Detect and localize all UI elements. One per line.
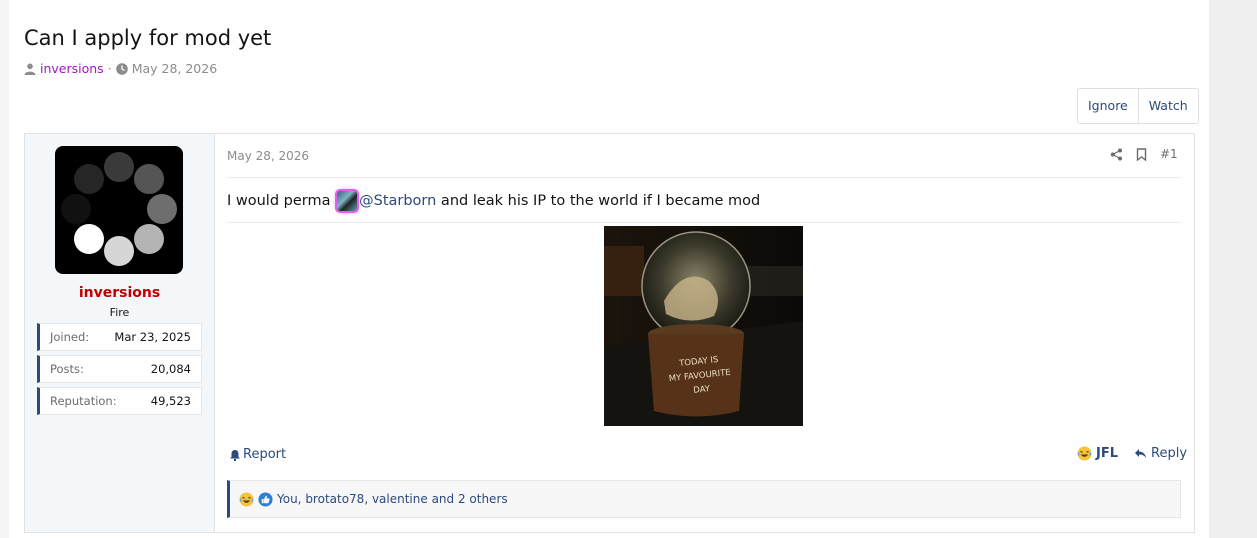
user-cell: inversions Fire Joined: Mar 23, 2025 Pos…	[25, 134, 215, 532]
stat-value: Mar 23, 2025	[114, 330, 191, 344]
stat-label: Posts:	[50, 362, 84, 376]
stat-label: Joined:	[50, 330, 90, 344]
meta-separator: ·	[107, 61, 112, 76]
stat-label: Reputation:	[50, 394, 117, 408]
post-number[interactable]: #1	[1160, 147, 1178, 161]
message: inversions Fire Joined: Mar 23, 2025 Pos…	[24, 133, 1195, 533]
reply-arrow-icon	[1135, 449, 1147, 458]
stat-reputation: Reputation: 49,523	[37, 387, 202, 415]
post-date[interactable]: May 28, 2026	[227, 149, 309, 163]
user-icon	[24, 63, 36, 75]
thread-date: May 28, 2026	[131, 61, 218, 76]
post-footer-actions: JFL Reply	[1077, 446, 1187, 461]
laughing-face-icon	[239, 491, 254, 507]
right-gutter	[1209, 0, 1257, 538]
thread-meta: inversions · May 28, 2026	[24, 61, 217, 76]
thread-author-link[interactable]: inversions	[40, 61, 104, 76]
bell-icon	[230, 449, 240, 461]
user-title: Fire	[109, 306, 130, 319]
mention-link[interactable]: @Starborn	[359, 193, 436, 209]
post-image[interactable]: TODAY IS MY FAVOURITE DAY	[604, 226, 803, 426]
divider	[227, 222, 1181, 223]
loading-spinner-icon	[61, 152, 177, 266]
mention-avatar[interactable]	[337, 191, 358, 211]
laughing-face-icon	[1077, 446, 1092, 461]
stat-value: 49,523	[150, 394, 191, 408]
watch-button[interactable]: Watch	[1137, 89, 1198, 123]
bookmark-icon[interactable]	[1136, 147, 1147, 161]
thread-button-group: Ignore Watch	[1077, 88, 1199, 124]
share-icon[interactable]	[1110, 148, 1123, 161]
ignore-button[interactable]: Ignore	[1078, 89, 1138, 123]
post-username[interactable]: inversions	[25, 285, 214, 301]
reaction-button[interactable]: JFL	[1077, 446, 1118, 461]
divider	[227, 177, 1181, 178]
report-label: Report	[243, 447, 287, 462]
post-text-after: and leak his IP to the world if I became…	[436, 193, 761, 209]
reaction-label: JFL	[1096, 446, 1119, 461]
snow-globe-image: TODAY IS MY FAVOURITE DAY	[604, 226, 803, 426]
stat-value[interactable]: 20,084	[151, 362, 191, 376]
reply-label: Reply	[1151, 446, 1188, 461]
post-text-before: I would perma	[227, 193, 336, 209]
thread-title: Can I apply for mod yet	[24, 26, 272, 50]
avatar[interactable]	[55, 146, 183, 274]
clock-icon	[115, 62, 128, 75]
post-body: I would perma @Starborn and leak his IP …	[227, 191, 760, 211]
like-icon	[258, 491, 273, 507]
stat-posts: Posts: 20,084	[37, 355, 202, 383]
reactions-bar[interactable]: You, brotato78, valentine and 2 others	[227, 480, 1181, 518]
post-actions: #1	[1110, 147, 1178, 161]
reactions-text[interactable]: You, brotato78, valentine and 2 others	[277, 492, 508, 506]
stat-joined: Joined: Mar 23, 2025	[37, 323, 202, 351]
reply-button[interactable]: Reply	[1134, 446, 1187, 461]
svg-text:DAY: DAY	[693, 384, 711, 396]
report-link[interactable]: Report	[229, 447, 286, 462]
